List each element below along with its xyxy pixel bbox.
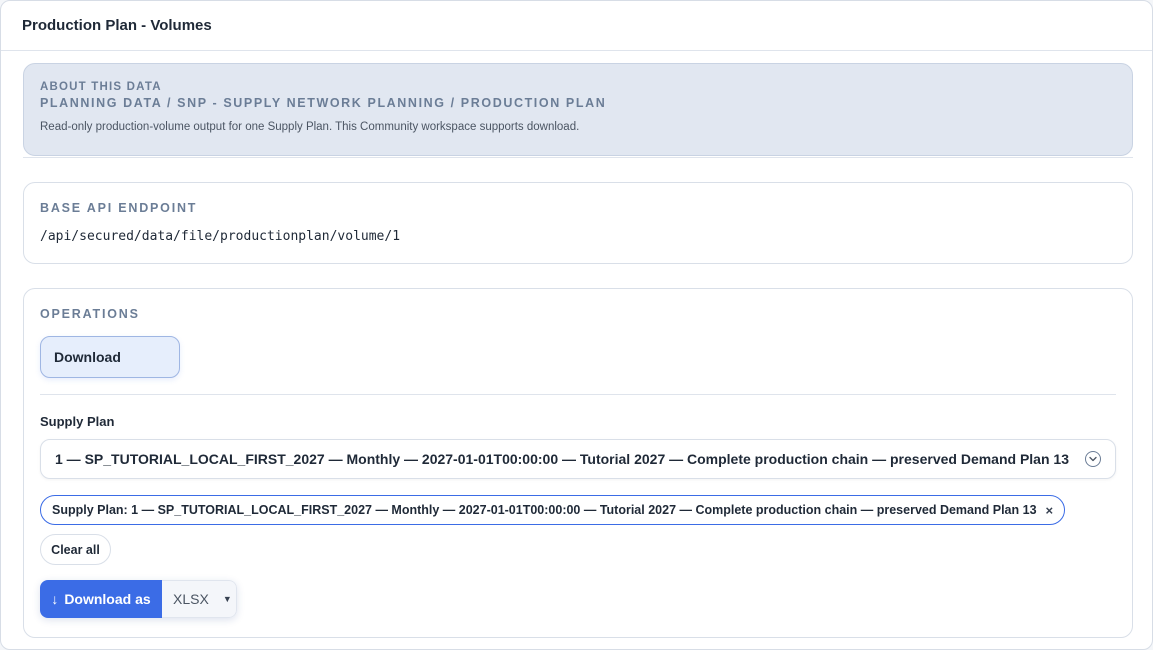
about-panel: ABOUT THIS DATA PLANNING DATA / SNP - SU… bbox=[23, 63, 1133, 156]
divider bbox=[23, 157, 1133, 158]
about-description: Read-only production-volume output for o… bbox=[40, 121, 580, 133]
operations-label: OPERATIONS bbox=[40, 307, 140, 321]
window-title: Production Plan - Volumes bbox=[22, 17, 212, 34]
operations-divider bbox=[40, 394, 1116, 395]
endpoint-value: /api/secured/data/file/productionplan/vo… bbox=[40, 229, 401, 244]
caret-down-icon: ▼ bbox=[222, 594, 232, 604]
format-select[interactable]: XLSX ▼ bbox=[162, 580, 237, 618]
supply-plan-filter-chip: Supply Plan: 1 — SP_TUTORIAL_LOCAL_FIRST… bbox=[40, 495, 1066, 525]
operations-card: OPERATIONS Download Supply Plan 1 — SP_T… bbox=[23, 288, 1133, 638]
main-content: ABOUT THIS DATA PLANNING DATA / SNP - SU… bbox=[23, 63, 1133, 638]
download-as-button[interactable]: ↓ Download as bbox=[40, 580, 162, 618]
filter-chip-label: Supply Plan: 1 — SP_TUTORIAL_LOCAL_FIRST… bbox=[52, 503, 1037, 517]
download-button-group: ↓ Download as XLSX ▼ bbox=[40, 580, 237, 618]
close-icon[interactable]: × bbox=[1046, 503, 1054, 518]
about-kicker: ABOUT THIS DATA bbox=[40, 81, 162, 93]
about-breadcrumb: PLANNING DATA / SNP - SUPPLY NETWORK PLA… bbox=[40, 96, 607, 110]
supply-plan-label: Supply Plan bbox=[40, 414, 115, 429]
supply-plan-select-value: 1 — SP_TUTORIAL_LOCAL_FIRST_2027 — Month… bbox=[55, 451, 1069, 467]
download-as-label: Download as bbox=[64, 591, 151, 607]
endpoint-card: BASE API ENDPOINT /api/secured/data/file… bbox=[23, 182, 1133, 264]
supply-plan-select[interactable]: 1 — SP_TUTORIAL_LOCAL_FIRST_2027 — Month… bbox=[40, 439, 1116, 479]
endpoint-label: BASE API ENDPOINT bbox=[40, 201, 198, 215]
download-arrow-icon: ↓ bbox=[51, 591, 59, 607]
download-operation-button[interactable]: Download bbox=[40, 336, 180, 378]
clear-all-button[interactable]: Clear all bbox=[40, 534, 111, 565]
format-value: XLSX bbox=[173, 591, 209, 607]
window-header: Production Plan - Volumes bbox=[1, 1, 1152, 51]
chevron-down-icon[interactable] bbox=[1085, 451, 1101, 467]
app-window: Production Plan - Volumes ABOUT THIS DAT… bbox=[0, 0, 1153, 650]
